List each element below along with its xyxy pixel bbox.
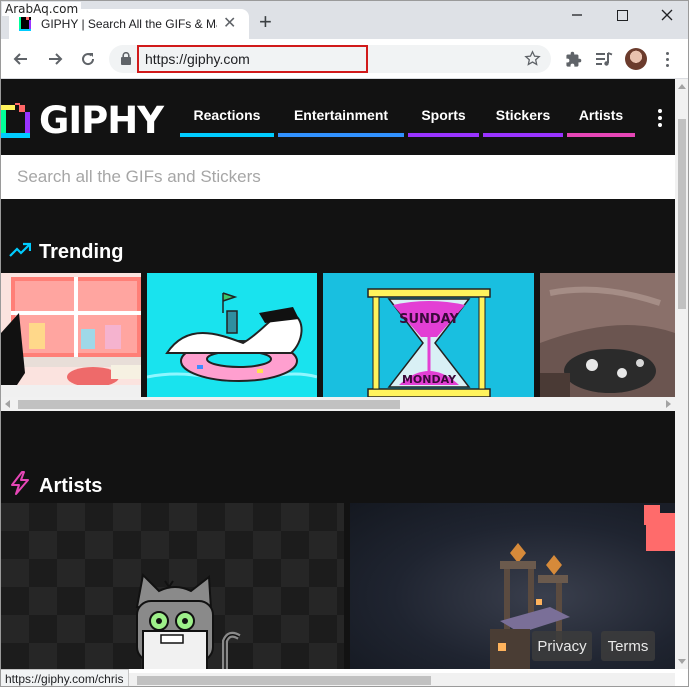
privacy-label: Privacy: [537, 637, 587, 655]
tab-strip: GIPHY | Search All the GIFs & Ma ✕ +: [1, 1, 688, 39]
tab-title: GIPHY | Search All the GIFs & Ma: [41, 17, 217, 31]
nav-artists[interactable]: Artists: [567, 107, 635, 137]
giphy-logo-icon: [1, 99, 31, 139]
maximize-button[interactable]: [602, 5, 642, 25]
nav-artists-label: Artists: [578, 107, 624, 123]
giphy-logo[interactable]: GIPHY: [1, 99, 164, 142]
nav-sports-label: Sports: [421, 107, 466, 123]
address-bar[interactable]: https://giphy.com: [109, 45, 551, 73]
status-bar-url: https://giphy.com/chris: [1, 669, 129, 686]
nav-entertainment-label: Entertainment: [293, 107, 389, 123]
trending-title: Trending: [39, 241, 124, 263]
tab-close-icon[interactable]: ✕: [223, 16, 236, 32]
giphy-page: GIPHY Reactions Entertainment Sports Sti…: [1, 79, 675, 669]
hourglass-top-text: SUNDAY: [399, 312, 459, 327]
url-highlight: https://giphy.com: [137, 45, 368, 73]
nav-reactions[interactable]: Reactions: [180, 107, 274, 137]
trending-icon: [9, 241, 32, 264]
giphy-nav: Reactions Entertainment Sports Stickers …: [180, 107, 639, 137]
lightning-bolt-icon: [9, 471, 31, 501]
extensions-puzzle-icon[interactable]: [562, 48, 584, 70]
browser-toolbar: https://giphy.com: [1, 39, 688, 79]
nav-sports-underline: [408, 133, 479, 137]
artists-heading: Artists: [9, 471, 102, 501]
forward-button[interactable]: [43, 47, 67, 71]
giphy-favicon-icon: [17, 16, 33, 32]
scroll-down-arrow-icon[interactable]: [678, 659, 686, 664]
browser-menu-icon[interactable]: [657, 48, 677, 70]
watermark: ArabAq.com: [2, 2, 82, 16]
bookmark-star-icon[interactable]: [524, 50, 541, 72]
close-window-button[interactable]: [647, 5, 687, 25]
new-tab-button[interactable]: +: [259, 11, 272, 33]
media-queue-icon[interactable]: [593, 48, 615, 70]
gif-search-input[interactable]: Search all the GIFs and Stickers: [1, 155, 675, 199]
trending-carousel: SUNDAY MONDAY: [1, 273, 675, 397]
giphy-header: GIPHY Reactions Entertainment Sports Sti…: [1, 79, 675, 155]
back-button[interactable]: [9, 47, 33, 71]
trending-gif-1[interactable]: [1, 273, 141, 397]
url-text[interactable]: https://giphy.com: [145, 51, 250, 67]
profile-avatar[interactable]: [625, 48, 647, 70]
hourglass-bottom-text: MONDAY: [402, 373, 457, 386]
trending-scrollbar[interactable]: [1, 397, 675, 411]
nav-stickers[interactable]: Stickers: [483, 107, 563, 137]
page-vertical-scrollbar[interactable]: [675, 79, 688, 669]
trending-heading: Trending: [9, 241, 123, 264]
nav-reactions-label: Reactions: [193, 107, 261, 123]
trending-scroll-thumb[interactable]: [18, 400, 400, 409]
horizontal-scroll-thumb[interactable]: [137, 676, 431, 685]
nav-reactions-underline: [180, 133, 274, 137]
reload-button[interactable]: [76, 47, 100, 71]
search-placeholder: Search all the GIFs and Stickers: [17, 167, 261, 186]
terms-link[interactable]: Terms: [601, 631, 655, 661]
nav-entertainment-underline: [278, 133, 404, 137]
scroll-right-arrow-icon[interactable]: [666, 400, 671, 408]
vertical-scroll-thumb[interactable]: [678, 119, 686, 309]
browser-window: GIPHY | Search All the GIFs & Ma ✕ + htt…: [0, 0, 689, 687]
lock-icon[interactable]: [121, 51, 131, 70]
privacy-link[interactable]: Privacy: [532, 631, 592, 661]
nav-sports[interactable]: Sports: [408, 107, 479, 137]
trending-gif-2[interactable]: [147, 273, 317, 397]
trending-gif-3[interactable]: SUNDAY MONDAY: [323, 273, 534, 397]
scroll-up-arrow-icon[interactable]: [678, 84, 686, 89]
nav-stickers-label: Stickers: [495, 107, 551, 123]
artist-gif-cat[interactable]: [1, 503, 344, 669]
nav-entertainment[interactable]: Entertainment: [278, 107, 404, 137]
terms-label: Terms: [607, 637, 649, 655]
nav-more-icon[interactable]: [652, 109, 668, 127]
trending-gif-4[interactable]: [540, 273, 675, 397]
nav-artists-underline: [567, 133, 635, 137]
scroll-left-arrow-icon[interactable]: [5, 400, 10, 408]
artists-title: Artists: [39, 474, 103, 497]
giphy-logo-text: GIPHY: [39, 99, 164, 142]
nav-stickers-underline: [483, 133, 563, 137]
minimize-button[interactable]: [557, 5, 597, 25]
